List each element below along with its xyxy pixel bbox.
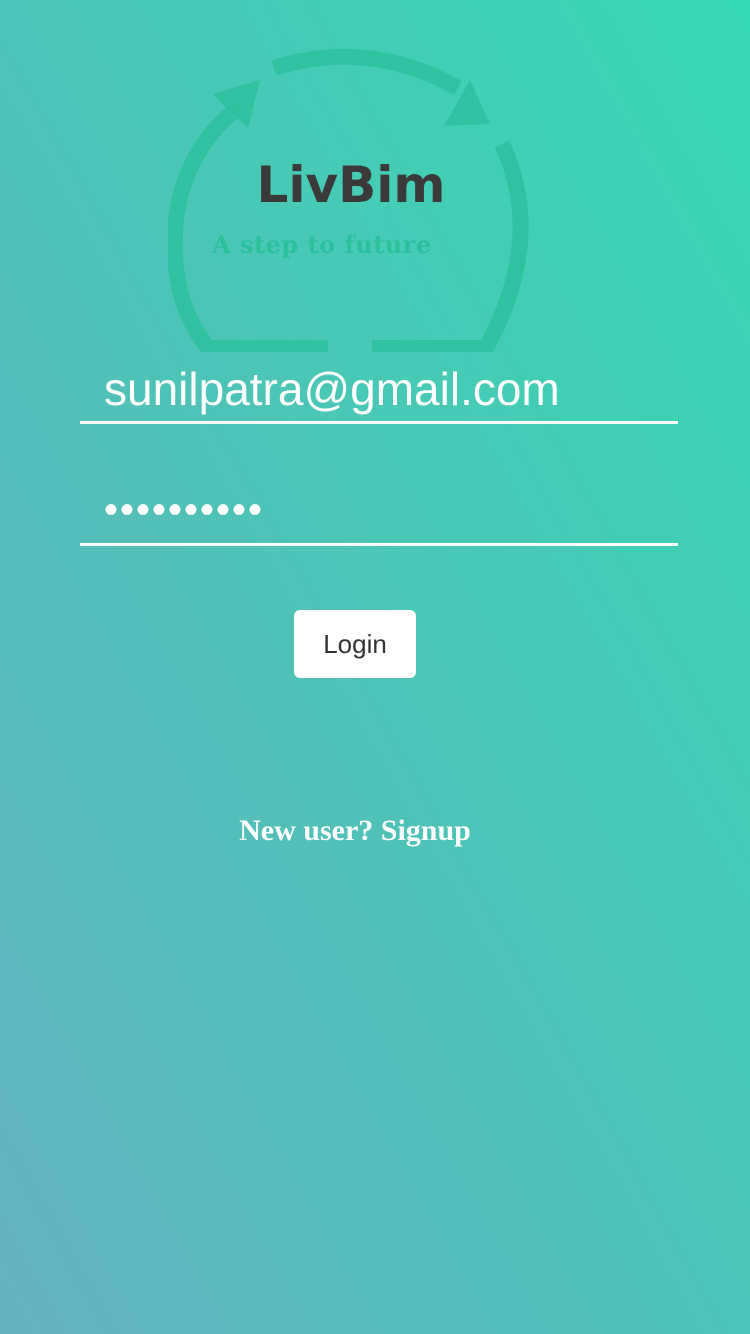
password-field[interactable] (80, 478, 678, 546)
livbim-logo: LivBim A step to future (168, 48, 534, 352)
email-input[interactable] (80, 356, 678, 421)
logo-tagline: A step to future (212, 230, 432, 259)
login-button[interactable]: Login (294, 610, 416, 678)
password-input[interactable] (80, 478, 678, 543)
signup-link[interactable]: New user? Signup (0, 814, 710, 848)
logo-title: LivBim (256, 156, 446, 214)
email-field[interactable] (80, 356, 678, 424)
